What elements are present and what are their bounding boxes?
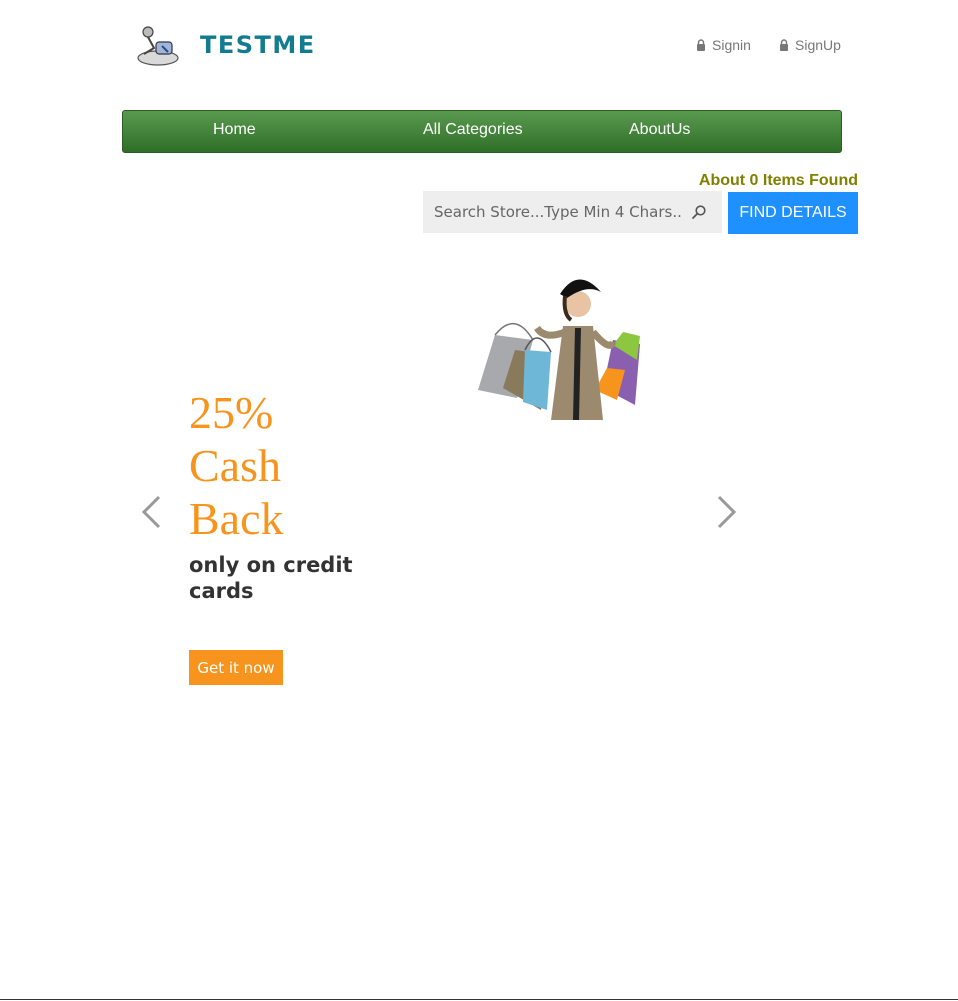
- main-navbar: Home All Categories AboutUs: [122, 110, 842, 153]
- logo-mark-icon: [137, 26, 179, 66]
- bottom-border: [0, 999, 958, 1000]
- chevron-right-icon[interactable]: [716, 495, 738, 529]
- nav-item-all-categories[interactable]: All Categories: [423, 121, 523, 139]
- search-input[interactable]: [423, 191, 683, 233]
- chevron-left-icon[interactable]: [140, 495, 162, 529]
- nav-item-home[interactable]: Home: [213, 121, 256, 139]
- promo-headline: 25% Cash Back: [189, 386, 389, 545]
- promo-subline: only on credit cards: [189, 553, 353, 603]
- nav-item-about-us[interactable]: AboutUs: [629, 121, 690, 139]
- find-details-button[interactable]: FIND DETAILS: [728, 192, 858, 234]
- shopper-image: [478, 279, 640, 420]
- signin-link[interactable]: Signin: [696, 37, 751, 53]
- logo-text: TESTME: [200, 31, 316, 59]
- search-box: [423, 191, 722, 233]
- signin-label: Signin: [712, 37, 751, 53]
- promo-headline-line-3: Back: [189, 493, 284, 544]
- promo-headline-line-1: 25%: [189, 387, 274, 438]
- promo-headline-line-2: Cash: [189, 440, 281, 491]
- lock-icon: [780, 39, 788, 51]
- signup-label: SignUp: [795, 37, 841, 53]
- items-found-count: About 0 Items Found: [698, 172, 858, 189]
- search-icon[interactable]: [691, 204, 707, 220]
- lock-icon: [697, 39, 705, 51]
- promo-carousel: 25% Cash Back only on credit cards Get i…: [130, 260, 750, 710]
- site-logo[interactable]: TESTME: [134, 22, 334, 68]
- get-it-now-button[interactable]: Get it now: [189, 650, 283, 685]
- signup-link[interactable]: SignUp: [779, 37, 841, 53]
